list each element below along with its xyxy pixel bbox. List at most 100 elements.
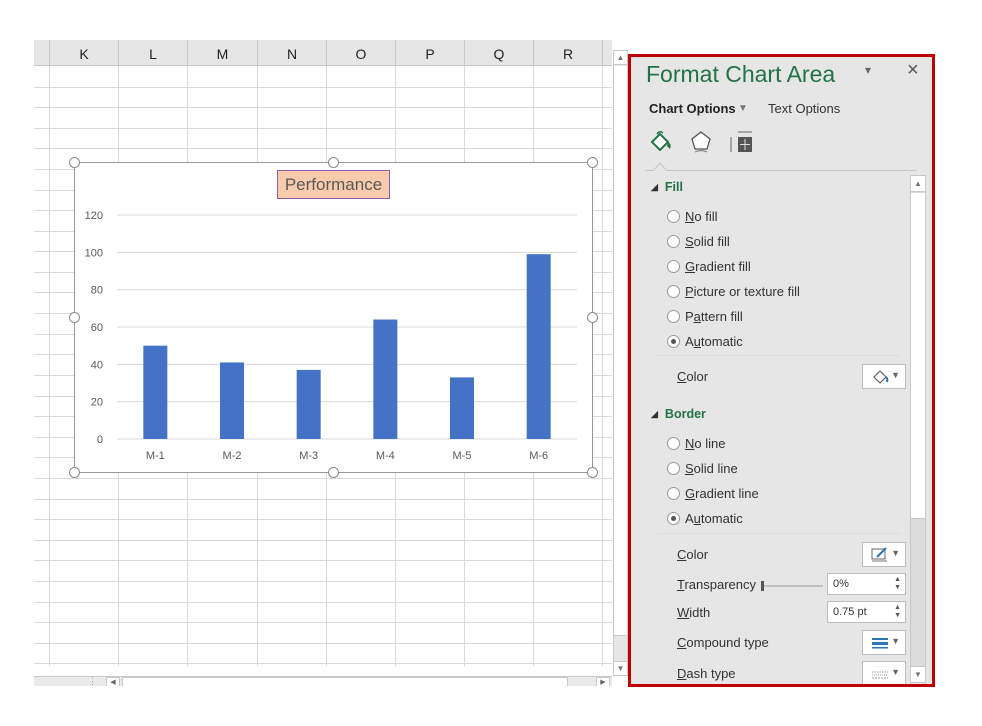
row-gridline bbox=[34, 643, 612, 644]
tab-text-options[interactable]: Text Options bbox=[768, 101, 840, 116]
x-tick-label: M-1 bbox=[146, 450, 165, 462]
scroll-up-button[interactable]: ▲ bbox=[614, 51, 627, 65]
column-header-q[interactable]: Q bbox=[465, 40, 534, 66]
column-header-p[interactable]: P bbox=[396, 40, 465, 66]
vertical-scroll-thumb[interactable] bbox=[614, 66, 627, 636]
size-properties-icon[interactable] bbox=[728, 129, 754, 155]
resize-handle-bottom-right[interactable] bbox=[587, 467, 598, 478]
fill-color-label: Color bbox=[677, 369, 709, 384]
row-gridline bbox=[34, 478, 612, 479]
radio-button[interactable] bbox=[667, 335, 680, 348]
scroll-left-button[interactable]: ◀ bbox=[106, 677, 120, 686]
transparency-slider[interactable] bbox=[761, 581, 823, 591]
chevron-down-icon[interactable]: ▼ bbox=[738, 103, 748, 114]
fill-option[interactable]: Picture or texture fill bbox=[667, 283, 800, 301]
fill-line-icon[interactable] bbox=[648, 129, 674, 155]
resize-handle-top-right[interactable] bbox=[587, 157, 598, 168]
transparency-input[interactable]: 0% ▲ ▼ bbox=[827, 573, 906, 595]
border-option[interactable]: Solid line bbox=[667, 460, 738, 478]
bar-m-6[interactable] bbox=[526, 254, 551, 439]
border-option[interactable]: Automatic bbox=[667, 510, 743, 528]
row-gridline bbox=[34, 499, 612, 500]
row-gridline bbox=[34, 519, 612, 520]
radio-button[interactable] bbox=[667, 512, 680, 525]
column-header-partial[interactable] bbox=[34, 40, 50, 66]
fill-section-header[interactable]: ◢ Fill bbox=[651, 180, 683, 194]
dash-type-button[interactable]: ▼ bbox=[862, 661, 906, 684]
width-input[interactable]: 0.75 pt ▲ ▼ bbox=[827, 601, 906, 623]
chevron-down-icon: ▼ bbox=[891, 370, 900, 380]
horizontal-scroll-thumb[interactable] bbox=[122, 677, 568, 686]
compound-type-button[interactable]: ▼ bbox=[862, 630, 906, 655]
horizontal-scrollbar[interactable]: ⋮ ◀ ▶ bbox=[34, 676, 612, 686]
radio-button[interactable] bbox=[667, 260, 680, 273]
scroll-down-button[interactable]: ▼ bbox=[614, 661, 627, 675]
width-label: Width bbox=[677, 605, 711, 620]
radio-button[interactable] bbox=[667, 437, 680, 450]
fill-color-button[interactable]: ▼ bbox=[862, 364, 906, 389]
radio-button[interactable] bbox=[667, 487, 680, 500]
resize-handle-top-left[interactable] bbox=[69, 157, 80, 168]
bar-m-2[interactable] bbox=[220, 362, 244, 439]
chevron-down-icon: ▼ bbox=[891, 636, 900, 646]
split-handle-icon[interactable]: ⋮ bbox=[88, 676, 97, 686]
bar-m-4[interactable] bbox=[373, 319, 398, 439]
row-gridline bbox=[34, 148, 612, 149]
column-header-o[interactable]: O bbox=[327, 40, 396, 66]
row-gridline bbox=[34, 602, 612, 603]
fill-option[interactable]: Automatic bbox=[667, 333, 743, 351]
scroll-down-button[interactable]: ▼ bbox=[911, 666, 925, 682]
scroll-up-button[interactable]: ▲ bbox=[911, 176, 925, 192]
border-option[interactable]: Gradient line bbox=[667, 485, 759, 503]
column-header-l[interactable]: L bbox=[119, 40, 188, 66]
scroll-right-button[interactable]: ▶ bbox=[596, 677, 610, 686]
resize-handle-left[interactable] bbox=[69, 312, 80, 323]
fill-option[interactable]: Pattern fill bbox=[667, 308, 743, 326]
row-gridline bbox=[34, 581, 612, 582]
chart-title[interactable]: Performance bbox=[277, 170, 390, 199]
column-header-n[interactable]: N bbox=[258, 40, 327, 66]
spin-arrows-icon[interactable]: ▲ ▼ bbox=[894, 576, 901, 592]
pane-options-dropdown[interactable]: ▾ bbox=[865, 63, 871, 77]
x-tick-label: M-3 bbox=[299, 450, 318, 462]
border-option[interactable]: No line bbox=[667, 435, 725, 453]
tab-chart-options[interactable]: Chart Options bbox=[649, 101, 736, 116]
radio-button[interactable] bbox=[667, 310, 680, 323]
pane-scroll-thumb[interactable] bbox=[911, 193, 925, 519]
border-section-header[interactable]: ◢ Border bbox=[651, 407, 706, 421]
border-color-button[interactable]: ▼ bbox=[862, 542, 906, 567]
chevron-down-icon: ▼ bbox=[891, 548, 900, 558]
radio-button[interactable] bbox=[667, 235, 680, 248]
pane-scrollbar[interactable]: ▲ ▼ bbox=[910, 175, 926, 683]
radio-button[interactable] bbox=[667, 462, 680, 475]
spin-arrows-icon[interactable]: ▲ ▼ bbox=[894, 604, 901, 620]
dash-type-label: Dash type bbox=[677, 666, 736, 681]
close-icon[interactable]: × bbox=[907, 59, 919, 82]
divider bbox=[657, 533, 901, 534]
y-tick-label: 40 bbox=[91, 359, 103, 371]
column-gridline bbox=[602, 66, 603, 666]
plot-area: 0 20 40 60 80 100 120 M-1 M-2 M-3 M-4 M-5 M-6 bbox=[85, 210, 577, 462]
radio-button[interactable] bbox=[667, 285, 680, 298]
resize-handle-top[interactable] bbox=[328, 157, 339, 168]
radio-button[interactable] bbox=[667, 210, 680, 223]
column-header-m[interactable]: M bbox=[188, 40, 258, 66]
fill-option[interactable]: No fill bbox=[667, 208, 718, 226]
fill-option[interactable]: Gradient fill bbox=[667, 258, 751, 276]
bar-m-5[interactable] bbox=[450, 377, 474, 439]
column-header-r[interactable]: R bbox=[534, 40, 603, 66]
chart-area[interactable]: 0 20 40 60 80 100 120 M-1 M-2 M-3 M-4 M-5 M-6 Perfor… bbox=[74, 162, 593, 473]
resize-handle-right[interactable] bbox=[587, 312, 598, 323]
y-tick-label: 0 bbox=[97, 434, 103, 446]
vertical-scrollbar[interactable]: ▲ ▼ bbox=[613, 50, 628, 676]
format-chart-area-pane: Format Chart Area ▾ × Chart Options ▼ Te… bbox=[628, 54, 935, 687]
bar-m-1[interactable] bbox=[143, 345, 168, 439]
column-header-row: KLMNOPQR bbox=[34, 40, 612, 66]
effects-icon[interactable] bbox=[688, 129, 714, 155]
divider bbox=[657, 355, 901, 356]
column-header-k[interactable]: K bbox=[50, 40, 119, 66]
resize-handle-bottom[interactable] bbox=[328, 467, 339, 478]
fill-option[interactable]: Solid fill bbox=[667, 233, 730, 251]
resize-handle-bottom-left[interactable] bbox=[69, 467, 80, 478]
bar-m-3[interactable] bbox=[296, 369, 321, 439]
